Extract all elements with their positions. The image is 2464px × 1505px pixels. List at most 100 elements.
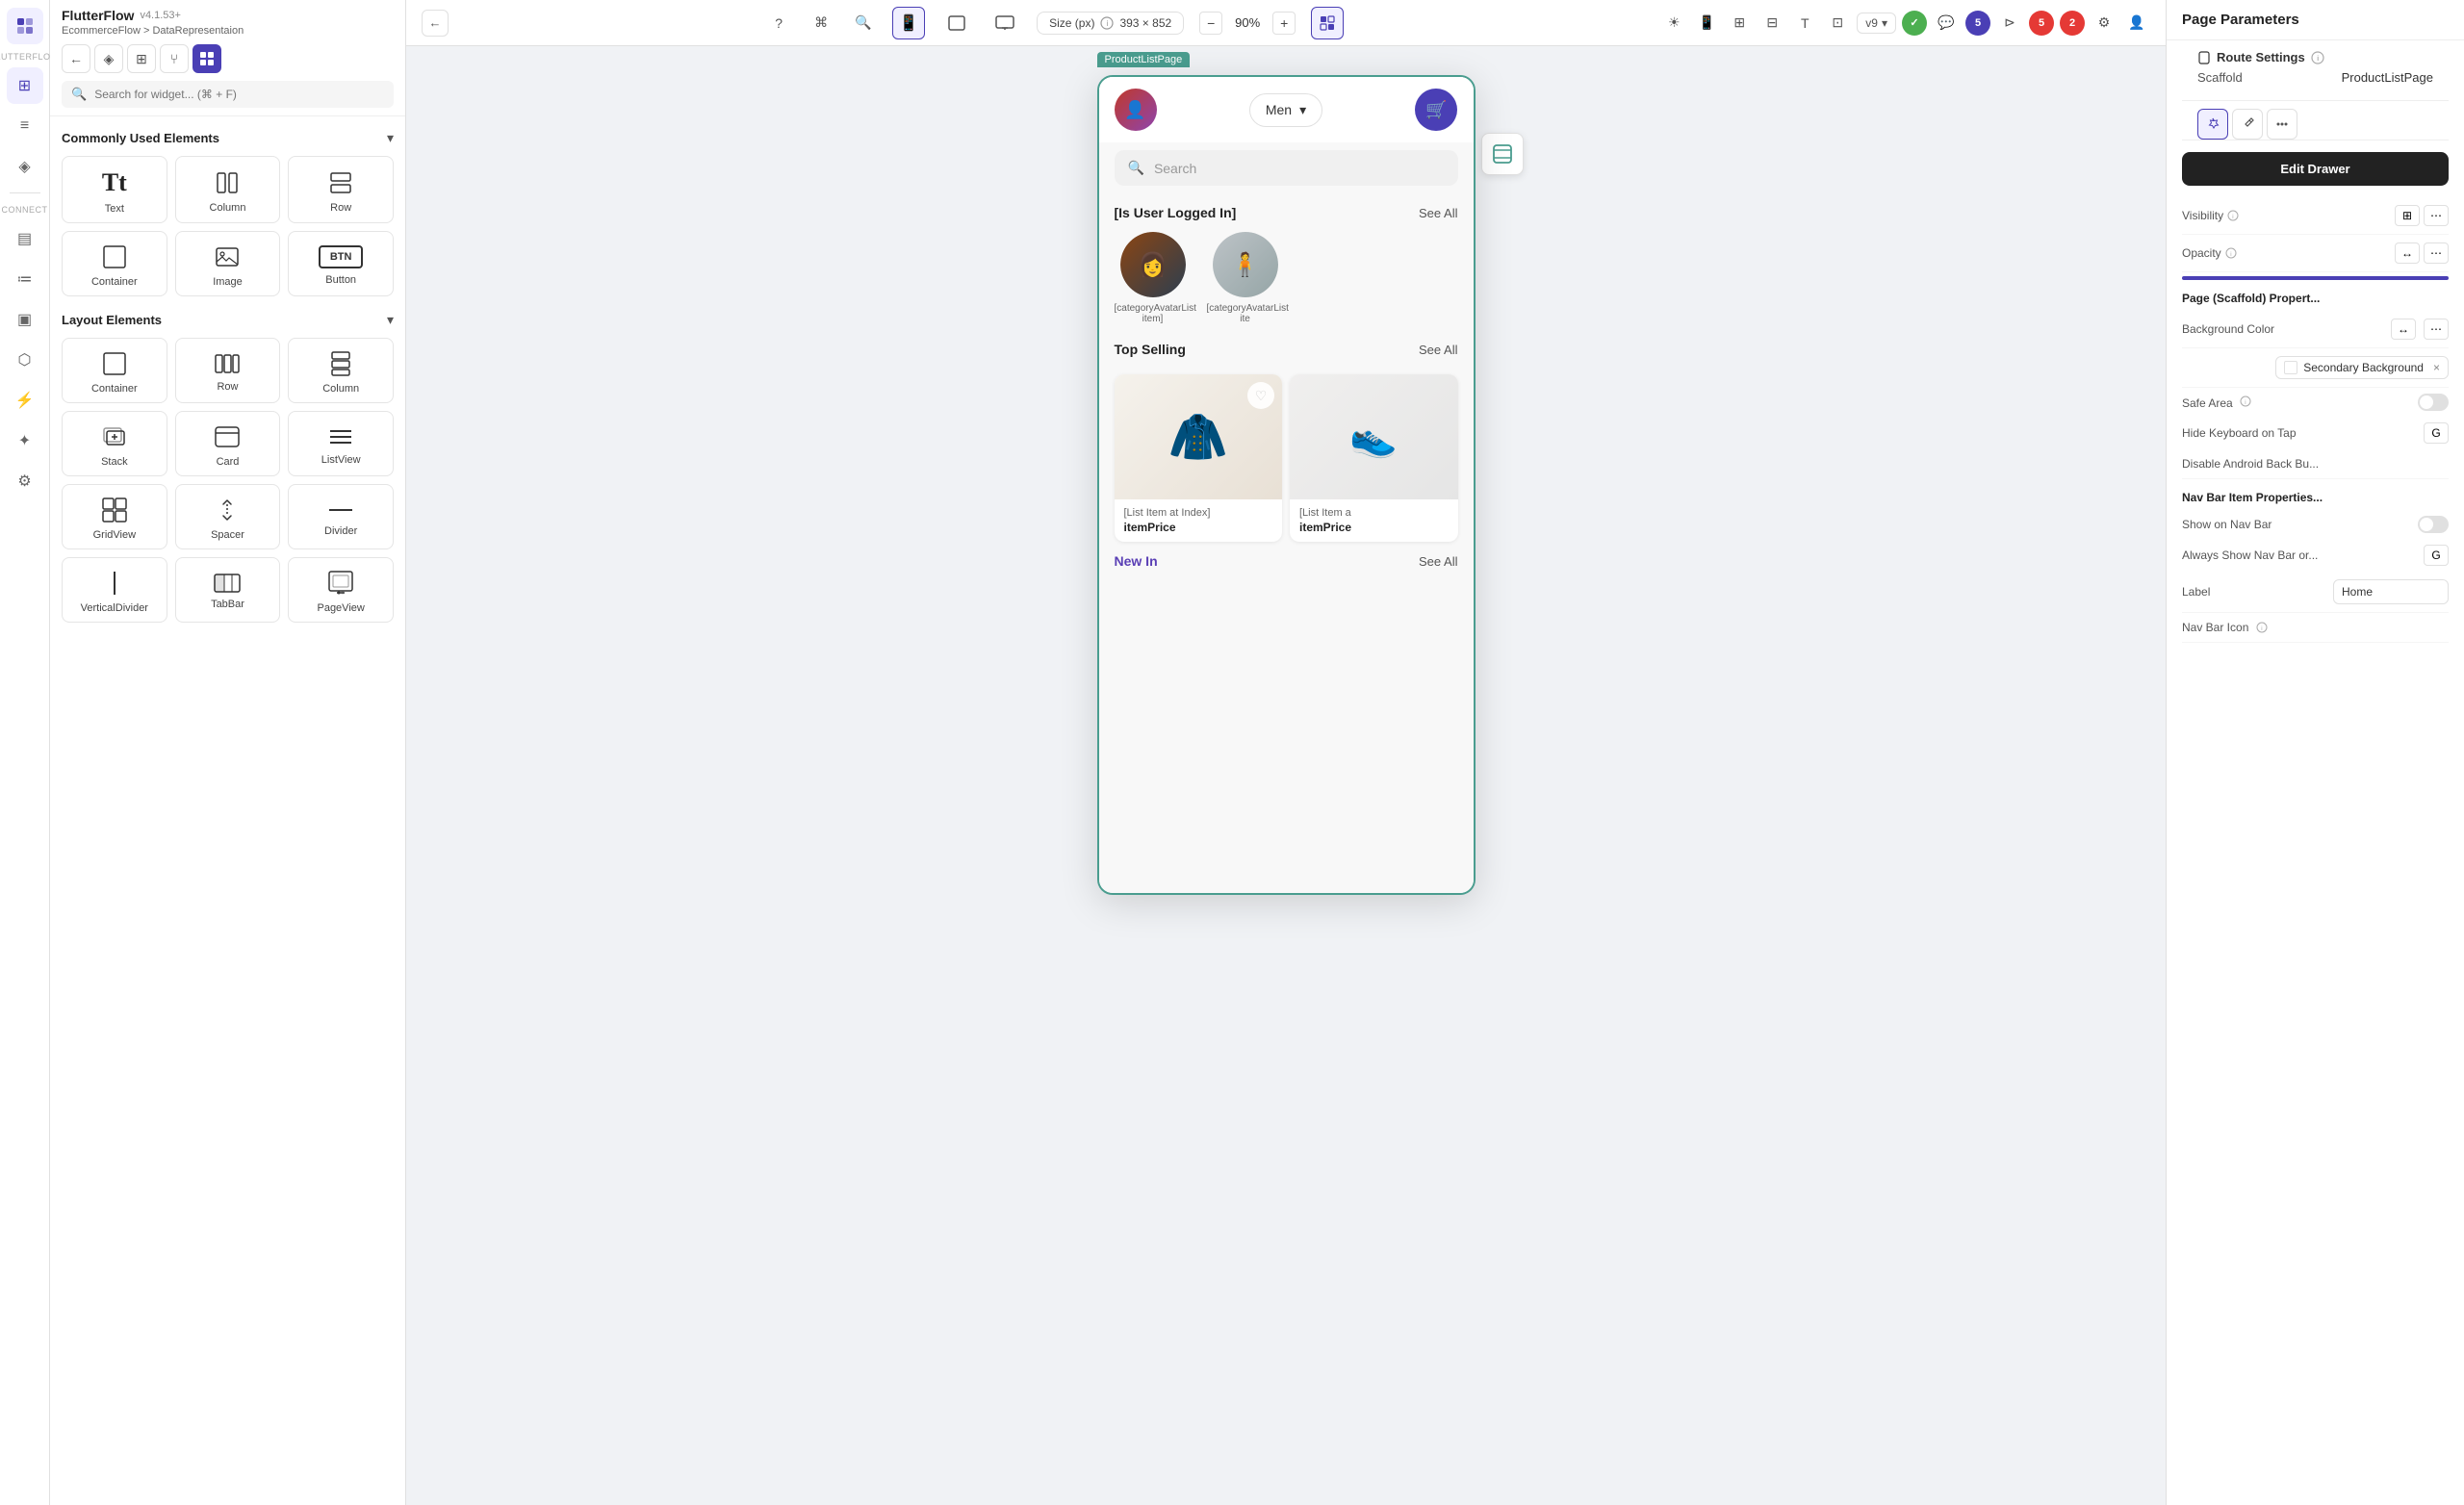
nav-icon-app-logo[interactable] (7, 8, 43, 44)
always-show-btn[interactable]: G (2424, 545, 2449, 566)
props-tab-more[interactable] (2267, 109, 2297, 140)
nav-icon-build[interactable]: ⊞ (7, 67, 43, 104)
nav-icon-people[interactable]: ⬡ (7, 342, 43, 378)
share-icon[interactable]: ⊳ (1996, 10, 2023, 37)
sun-icon[interactable]: ☀ (1660, 10, 1687, 37)
zoom-out-btn[interactable]: − (1199, 12, 1222, 35)
flame-icon[interactable]: ⚙ (2091, 10, 2118, 37)
keyboard-shortcuts-icon[interactable]: ⌘ (808, 10, 834, 37)
scaffold-float-btn[interactable] (1481, 133, 1524, 175)
split-view-icon[interactable]: ⊞ (1726, 10, 1753, 37)
le-divider[interactable]: Divider (288, 484, 394, 549)
nav-icon-custom-code[interactable]: ▣ (7, 301, 43, 338)
widget-button[interactable]: BTN Button (288, 231, 394, 296)
nav-icon-components[interactable]: ◈ (7, 148, 43, 185)
visibility-more-btn[interactable]: ⋯ (2424, 205, 2449, 226)
notification-badge[interactable]: 5 (2029, 11, 2054, 36)
plus-btn[interactable]: ⊞ (127, 44, 156, 73)
hide-keyboard-btn[interactable]: G (2424, 422, 2449, 444)
men-dropdown[interactable]: Men ▾ (1249, 93, 1322, 127)
widget-text[interactable]: Tt Text (62, 156, 167, 223)
bg-color-more[interactable]: ⋯ (2424, 319, 2449, 340)
back-btn[interactable]: ← (62, 44, 90, 73)
opacity-slider-btn[interactable]: ↔ (2395, 242, 2420, 264)
phone-search[interactable]: 🔍 Search (1115, 150, 1458, 186)
branch-btn[interactable]: ⑂ (160, 44, 189, 73)
commonly-used-toggle[interactable]: ▾ (387, 130, 394, 146)
text-icon[interactable]: T (1791, 10, 1818, 37)
safe-area-toggle[interactable] (2418, 394, 2449, 411)
nav-icon-lightning[interactable]: ⚡ (7, 382, 43, 419)
label-input[interactable] (2333, 579, 2449, 604)
check-icon[interactable]: ✓ (1902, 11, 1927, 36)
layout-elements-toggle[interactable]: ▾ (387, 312, 394, 328)
secondary-bg-remove-btn[interactable]: × (2433, 361, 2440, 374)
secondary-bg-row: Secondary Background × (2182, 348, 2449, 388)
scaffold-row: Scaffold ProductListPage (2197, 64, 2433, 90)
diamond-btn[interactable]: ◈ (94, 44, 123, 73)
le-row[interactable]: Row (175, 338, 281, 403)
see-all-new-in[interactable]: See All (1419, 554, 1457, 569)
user-icon[interactable]: 👤 (2123, 10, 2150, 37)
chat-icon[interactable]: 💬 (1933, 10, 1960, 37)
widget-container[interactable]: Container (62, 231, 167, 296)
left-nav-rail: FlutterFlow ⊞ ≡ ◈ Connect ▤ ≔ ▣ ⬡ ⚡ ✦ ⚙ (0, 0, 50, 1505)
props-tab-link[interactable] (2232, 109, 2263, 140)
logged-in-section: [Is User Logged In] See All 👩 [categoryA… (1099, 193, 1474, 330)
nav-icon-layers[interactable]: ≡ (7, 108, 43, 144)
search-icon[interactable]: 🔍 (850, 10, 877, 37)
canvas-area: ProductListPage 👤 Men ▾ (406, 46, 2166, 1505)
user-avatar-5[interactable]: 5 (1965, 11, 1990, 36)
size-display: Size (px) i 393 × 852 (1037, 12, 1184, 35)
le-listview[interactable]: ListView (288, 411, 394, 476)
widget-search-input[interactable] (94, 88, 384, 101)
bg-color-btn[interactable]: ↔ (2391, 319, 2416, 340)
cart-btn[interactable]: 🛒 (1415, 89, 1457, 131)
grid-btn[interactable] (192, 44, 221, 73)
help-icon[interactable]: ? (765, 10, 792, 37)
error-badge[interactable]: 2 (2060, 11, 2085, 36)
opacity-more-btn[interactable]: ⋯ (2424, 242, 2449, 264)
visibility-toggle-btn[interactable]: ⊞ (2395, 205, 2420, 226)
nav-icon-api[interactable]: ≔ (7, 261, 43, 297)
widget-search-row: 🔍 (62, 81, 394, 108)
le-container[interactable]: Container (62, 338, 167, 403)
le-vertical-divider[interactable]: VerticalDivider (62, 557, 167, 623)
nav-icon-data[interactable]: ▤ (7, 220, 43, 257)
hide-keyboard-controls: G (2424, 422, 2449, 444)
chevron-down-icon: ▾ (1882, 16, 1887, 30)
le-column[interactable]: Column (288, 338, 394, 403)
le-spacer[interactable]: Spacer (175, 484, 281, 549)
edit-drawer-button[interactable]: Edit Drawer (2182, 152, 2449, 186)
see-all-top-selling[interactable]: See All (1419, 343, 1457, 357)
le-card[interactable]: Card (175, 411, 281, 476)
ui-mode-btn[interactable] (1311, 7, 1344, 39)
route-settings-title: Route Settings i (2197, 50, 2433, 64)
show-nav-row: Show on Nav Bar (2182, 510, 2449, 539)
le-tabbar[interactable]: TabBar (175, 557, 281, 623)
product-name-1: [List Item a (1299, 507, 1449, 519)
widget-row[interactable]: Row (288, 156, 394, 223)
widget-column[interactable]: Column (175, 156, 281, 223)
grid-view-icon[interactable]: ⊟ (1758, 10, 1785, 37)
nav-icon-magic[interactable]: ✦ (7, 422, 43, 459)
zoom-in-btn[interactable]: + (1272, 12, 1296, 35)
le-stack[interactable]: Stack (62, 411, 167, 476)
mobile-device-btn[interactable]: 📱 (892, 7, 925, 39)
le-pageview[interactable]: PageView (288, 557, 394, 623)
version-badge[interactable]: v9 ▾ (1857, 13, 1896, 34)
props-tab-settings[interactable] (2197, 109, 2228, 140)
nav-back-button[interactable]: ← (422, 10, 449, 37)
nav-icon-settings[interactable]: ⚙ (7, 463, 43, 499)
le-gridview[interactable]: GridView (62, 484, 167, 549)
heart-btn-0[interactable]: ♡ (1247, 382, 1274, 409)
inspect-icon[interactable]: ⊡ (1824, 10, 1851, 37)
desktop-device-btn[interactable] (988, 7, 1021, 39)
mobile-preview-icon[interactable]: 📱 (1693, 10, 1720, 37)
see-all-logged-in[interactable]: See All (1419, 206, 1457, 220)
tablet-device-btn[interactable] (940, 7, 973, 39)
show-nav-toggle[interactable] (2418, 516, 2449, 533)
widget-image[interactable]: Image (175, 231, 281, 296)
image-label: Image (213, 276, 243, 288)
right-panel: Page Parameters Route Settings i Scaffol… (2166, 0, 2464, 1505)
